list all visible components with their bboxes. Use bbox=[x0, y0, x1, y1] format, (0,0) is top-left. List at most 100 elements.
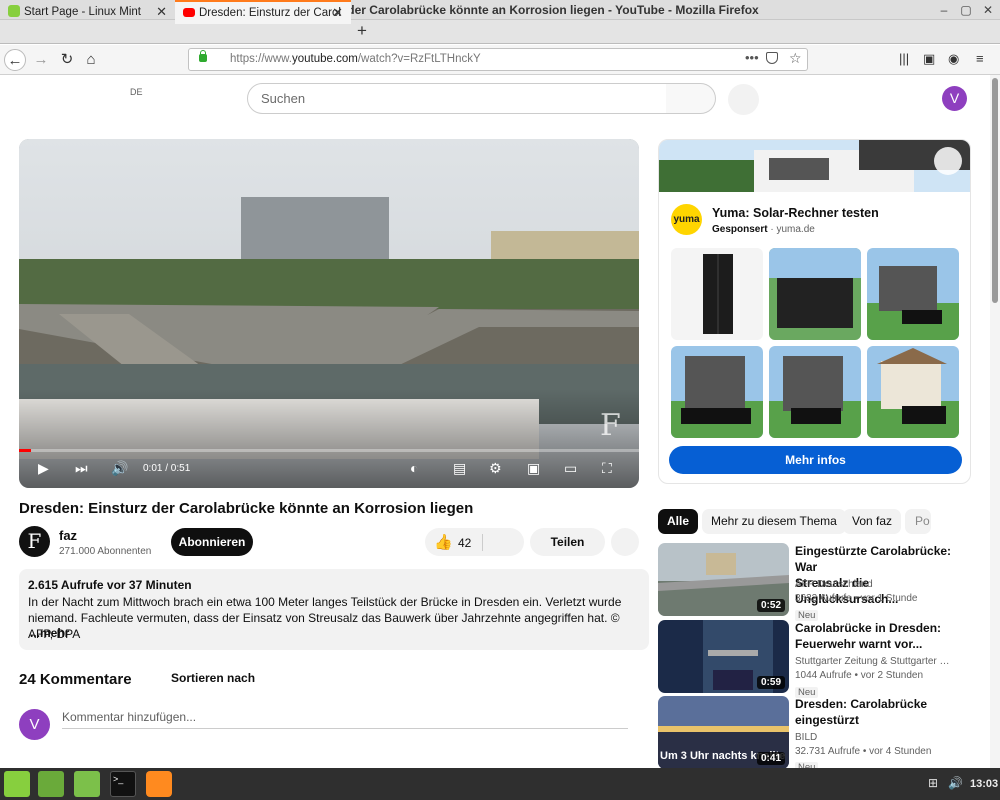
chip-related-topic[interactable]: Mehr zu diesem Thema bbox=[702, 509, 846, 534]
advertiser-logo[interactable]: yuma bbox=[671, 204, 702, 235]
related-channel[interactable]: Stuttgarter Zeitung & Stuttgarter Na... bbox=[795, 655, 955, 669]
close-window-icon[interactable]: ✕ bbox=[981, 3, 995, 17]
video-duration: 0:41 bbox=[756, 752, 785, 765]
close-tab-icon[interactable]: ✕ bbox=[332, 2, 343, 24]
subtitles-icon[interactable]: ▤ bbox=[453, 460, 466, 477]
maximize-icon[interactable]: ▢ bbox=[959, 3, 973, 17]
network-icon[interactable]: ⊞ bbox=[928, 776, 938, 790]
ad-tile-house-1[interactable] bbox=[867, 248, 959, 340]
channel-avatar[interactable]: F bbox=[19, 526, 50, 557]
subscribe-button[interactable]: Abonnieren bbox=[171, 528, 253, 556]
tab-label: Start Page - Linux Mint bbox=[24, 6, 141, 18]
volume-icon[interactable]: 🔊 bbox=[111, 460, 128, 477]
video-player[interactable] bbox=[19, 139, 639, 488]
settings-gear-icon[interactable]: ⚙ bbox=[489, 460, 502, 477]
next-icon[interactable]: ⏭ bbox=[75, 460, 88, 477]
ad-tile-house-2[interactable] bbox=[671, 346, 763, 438]
related-meta: 32.731 Aufrufe • vor 4 Stunden bbox=[795, 746, 932, 757]
sidebar-icon[interactable]: ▣ bbox=[923, 51, 935, 67]
tab-label: Dresden: Einsturz der Carol bbox=[199, 7, 341, 19]
search-button[interactable] bbox=[666, 83, 716, 114]
ad-tile-fence-panels[interactable] bbox=[769, 248, 861, 340]
navigation-toolbar: ← → ↻ ⌂ https://www.youtube.com/watch?v=… bbox=[0, 45, 1000, 75]
related-title[interactable]: Dresden: Carolabrücke eingestürzt bbox=[795, 696, 955, 728]
youtube-icon bbox=[183, 8, 195, 17]
chip-from-channel[interactable]: Von faz bbox=[843, 509, 902, 534]
forward-button[interactable]: → bbox=[30, 49, 52, 71]
miniplayer-icon[interactable]: ▣ bbox=[527, 460, 540, 477]
voice-search-button[interactable] bbox=[728, 84, 759, 115]
ad-menu-button[interactable] bbox=[934, 147, 962, 175]
related-channel[interactable]: BILD bbox=[795, 731, 955, 745]
show-desktop-icon[interactable] bbox=[38, 771, 64, 797]
firefox-icon[interactable] bbox=[146, 771, 172, 797]
files-icon[interactable] bbox=[74, 771, 100, 797]
related-thumbnail[interactable]: Um 3 Uhr nachts knallte 0:41 bbox=[658, 696, 789, 769]
thumbs-up-icon[interactable]: 👍 bbox=[434, 533, 453, 551]
mint-menu-icon[interactable] bbox=[4, 771, 30, 797]
tab-youtube-video[interactable]: Dresden: Einsturz der Carol ✕ bbox=[175, 0, 351, 24]
lock-icon-body bbox=[199, 54, 207, 62]
library-icon[interactable]: ||| bbox=[899, 51, 909, 66]
bookmark-star-icon[interactable]: ☆ bbox=[789, 50, 802, 67]
new-tab-button[interactable]: + bbox=[357, 20, 367, 42]
scrollbar-thumb[interactable] bbox=[992, 78, 998, 303]
channel-subscribers: 271.000 Abonnenten bbox=[59, 546, 152, 557]
account-avatar[interactable]: V bbox=[942, 86, 967, 111]
ad-tile-solar-panel[interactable] bbox=[671, 248, 763, 340]
page-actions-icon[interactable]: ••• bbox=[745, 50, 759, 65]
menu-icon[interactable]: ≡ bbox=[976, 51, 984, 66]
share-button[interactable]: Teilen bbox=[530, 528, 605, 556]
related-title[interactable]: Carolabrücke in Dresden: Feuerwehr warnt … bbox=[795, 620, 955, 652]
comment-count: 24 Kommentare bbox=[19, 671, 132, 688]
clock[interactable]: 13:03 bbox=[970, 778, 998, 790]
account-icon[interactable]: ◉ bbox=[948, 51, 959, 67]
pocket-icon[interactable] bbox=[766, 52, 778, 64]
view-count: 2.615 Aufrufe vor 37 Minuten bbox=[28, 578, 192, 592]
new-badge: Neu bbox=[795, 607, 819, 621]
ad-tile-house-4[interactable] bbox=[867, 346, 959, 438]
back-button[interactable]: ← bbox=[4, 49, 26, 71]
comment-input[interactable]: Kommentar hinzufügen... bbox=[62, 710, 196, 724]
progress-bar[interactable] bbox=[19, 449, 639, 452]
search-input[interactable]: Suchen bbox=[247, 83, 667, 114]
commenter-avatar: V bbox=[19, 709, 50, 740]
ad-cta-button[interactable]: Mehr infos bbox=[669, 446, 962, 474]
play-icon[interactable]: ▶ bbox=[38, 460, 49, 477]
linux-mint-icon bbox=[8, 5, 20, 17]
related-meta: 3632 Aufrufe • vor 1 Stunde bbox=[795, 593, 918, 604]
terminal-icon[interactable]: >_ bbox=[110, 771, 136, 797]
chip-all[interactable]: Alle bbox=[658, 509, 699, 534]
chip-more[interactable]: Po bbox=[905, 509, 931, 534]
related-thumbnail[interactable]: 0:59 bbox=[658, 620, 789, 693]
more-actions-button[interactable] bbox=[611, 528, 639, 556]
close-tab-icon[interactable]: ✕ bbox=[156, 0, 167, 24]
home-button[interactable]: ⌂ bbox=[80, 49, 102, 71]
related-channel[interactable]: AFP Deutschland bbox=[795, 578, 955, 592]
like-divider bbox=[482, 534, 483, 551]
fullscreen-icon[interactable]: ⛶ bbox=[602, 460, 612, 477]
url-bar[interactable]: https://www.youtube.com/watch?v=RzFtLTHn… bbox=[188, 48, 808, 71]
tab-start-page[interactable]: Start Page - Linux Mint ✕ bbox=[0, 0, 175, 24]
minimize-icon[interactable]: – bbox=[937, 3, 951, 17]
description-text: In der Nacht zum Mittwoch brach ein etwa… bbox=[28, 595, 622, 641]
url-text[interactable]: https://www.youtube.com/watch?v=RzFtLTHn… bbox=[230, 53, 481, 65]
progress-bar-fill bbox=[19, 449, 32, 452]
sponsored-ad-card[interactable]: yuma Yuma: Solar-Rechner testen Gesponse… bbox=[658, 139, 971, 484]
show-more-link[interactable]: ...mehr bbox=[30, 626, 69, 640]
ad-tile-house-3[interactable] bbox=[769, 346, 861, 438]
reload-button[interactable]: ↻ bbox=[56, 49, 78, 71]
comment-underline bbox=[62, 728, 628, 729]
sort-comments-button[interactable]: Sortieren nach bbox=[171, 671, 255, 685]
channel-name[interactable]: faz bbox=[59, 528, 77, 543]
video-duration: 0:59 bbox=[756, 676, 785, 689]
theater-mode-icon[interactable]: ▭ bbox=[564, 460, 577, 477]
ad-title[interactable]: Yuma: Solar-Rechner testen bbox=[712, 206, 879, 220]
video-title: Dresden: Einsturz der Carolabrücke könnt… bbox=[19, 500, 474, 517]
volume-tray-icon[interactable]: 🔊 bbox=[948, 776, 963, 790]
ad-banner-image bbox=[659, 140, 970, 192]
related-meta: 1044 Aufrufe • vor 2 Stunden bbox=[795, 670, 924, 681]
related-thumbnail[interactable]: 0:52 bbox=[658, 543, 789, 616]
autoplay-toggle-icon[interactable]: ◐ bbox=[410, 460, 418, 476]
country-code: DE bbox=[130, 87, 143, 97]
